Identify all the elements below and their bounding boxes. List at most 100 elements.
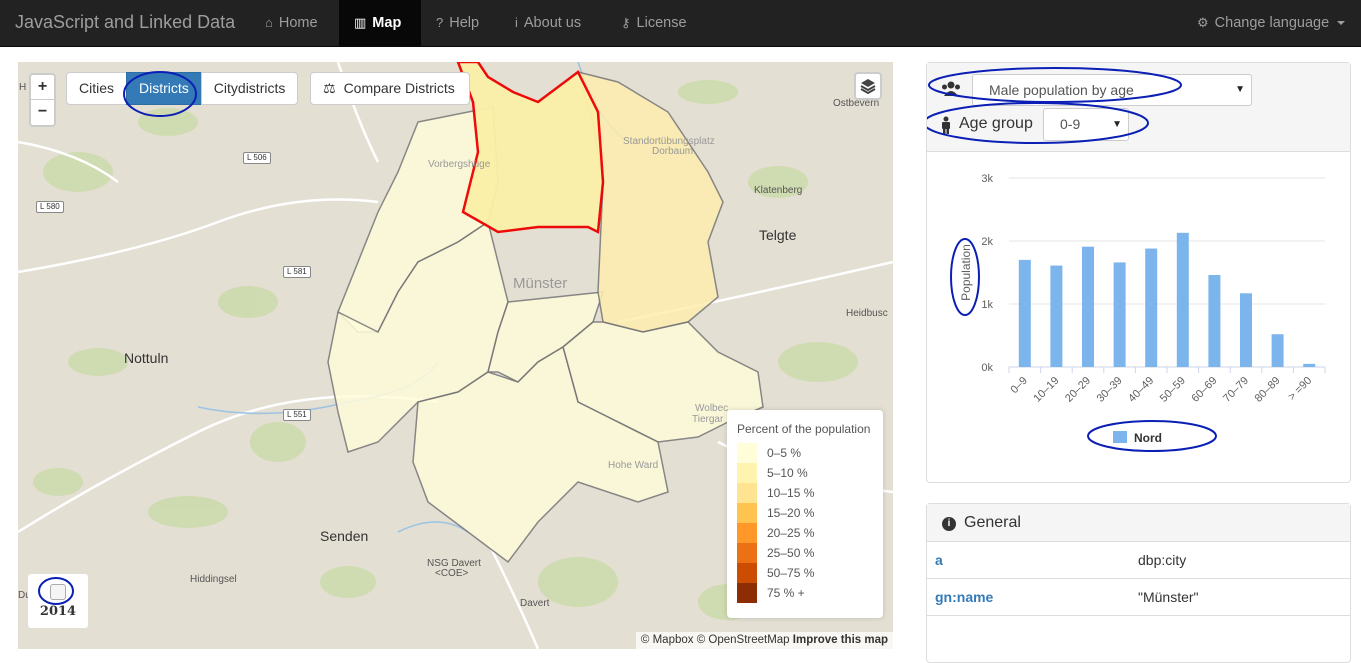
place-label: Davert (520, 598, 550, 609)
x-tick-label: 40–49 (1126, 375, 1156, 405)
y-tick-label: 1k (981, 299, 993, 311)
bar (1176, 232, 1189, 367)
legend-swatch (737, 523, 757, 543)
property-value: "Münster" (1138, 589, 1199, 605)
change-language-label: Change language (1214, 15, 1330, 31)
bar (1050, 265, 1063, 367)
dataset-select[interactable]: Male population by age ▼ (972, 74, 1252, 106)
zoom-control: + − (29, 73, 56, 127)
nav-about[interactable]: i About us (500, 0, 596, 47)
place-label: Münster (513, 275, 568, 292)
place-label: Vorbergshüge (428, 159, 491, 170)
balance-scale-icon: ⚖ (323, 80, 336, 96)
year-checkbox[interactable] (50, 584, 66, 600)
legend-row: 20–25 % (737, 523, 873, 543)
legend-swatch (737, 503, 757, 523)
zoom-in-button[interactable]: + (31, 75, 54, 100)
bar (1208, 275, 1221, 367)
x-tick-label: 80–89 (1253, 375, 1283, 405)
road-label: L 506 (243, 152, 271, 164)
layers-icon (860, 79, 876, 95)
place-label: Wolbec (695, 403, 729, 414)
chevron-down-icon: ▼ (1235, 84, 1245, 95)
bar (1082, 246, 1094, 367)
osm-link[interactable]: © OpenStreetMap (697, 634, 790, 646)
bar (1271, 334, 1284, 367)
legend-row: 50–75 % (737, 563, 873, 583)
district-map[interactable]: Nottuln Senden Telgte Münster Ostbevern … (18, 62, 893, 649)
legend-swatch (737, 483, 757, 503)
legend-row: 75 % + (737, 583, 873, 603)
top-navbar: JavaScript and Linked Data ⌂ Home ▥ Map ? H… (0, 0, 1361, 47)
brand-title[interactable]: JavaScript and Linked Data (15, 12, 235, 33)
nav-map-label: Map (372, 15, 402, 31)
general-panel: i General a dbp:city gn:name "Münster" (926, 503, 1351, 663)
legend-label: 25–50 % (767, 546, 815, 560)
place-label: Dorbaum (652, 146, 694, 157)
legend-swatch (737, 563, 757, 583)
cities-button[interactable]: Cities (66, 72, 128, 105)
general-panel-header: i General (927, 504, 1350, 542)
place-label: Telgte (759, 227, 797, 243)
citydistricts-button[interactable]: Citydistricts (200, 72, 299, 105)
place-label: Hiddingsel (190, 574, 237, 585)
nav-help[interactable]: ? Help (421, 0, 494, 47)
key-icon: ⚷ (621, 15, 631, 30)
legend-swatch (737, 583, 757, 603)
statistics-panel: Male population by age ▼ Age group 0-9 ▼… (926, 62, 1351, 483)
legend-swatch (737, 463, 757, 483)
legend-row: 10–15 % (737, 483, 873, 503)
property-row: a dbp:city (927, 542, 1350, 579)
help-icon: ? (436, 15, 444, 30)
gears-icon: ⚙ (1197, 15, 1209, 30)
nav-license[interactable]: ⚷ License (606, 0, 702, 47)
x-tick-label: 0–9 (1008, 375, 1029, 396)
statistics-controls: Male population by age ▼ Age group 0-9 ▼ (927, 63, 1350, 152)
property-key-link[interactable]: gn:name (935, 589, 993, 605)
nav-license-label: License (636, 15, 687, 31)
info-icon: i (942, 517, 956, 531)
nav-about-label: About us (523, 15, 582, 31)
nav-home[interactable]: ⌂ Home (250, 0, 333, 47)
x-tick-label: 50–59 (1158, 375, 1188, 405)
place-label: Klatenberg (754, 185, 803, 196)
person-icon (942, 116, 950, 134)
x-tick-label: 60–69 (1189, 375, 1219, 405)
change-language-dropdown[interactable]: ⚙ Change language (1182, 0, 1360, 47)
bar (1240, 293, 1252, 367)
property-value: dbp:city (1138, 552, 1187, 568)
place-label: Heidbusc (846, 308, 888, 319)
age-group-select[interactable]: 0-9 ▼ (1043, 108, 1129, 141)
chevron-down-icon (1337, 21, 1346, 26)
legend-swatch (737, 443, 757, 463)
improve-map-link[interactable]: Improve this map (793, 634, 888, 646)
dataset-select-value: Male population by age (989, 82, 1134, 98)
compare-districts-button[interactable]: ⚖ Compare Districts (310, 72, 470, 105)
legend-label: 75 % + (767, 586, 805, 600)
population-bar-chart: 0k 1k 2k 3k 0–9 10–19 20–29 30–39 40–49 50–59 60–6… (950, 173, 1326, 452)
legend-label: 50–75 % (767, 566, 815, 580)
legend-item-nord: Nord (1134, 431, 1162, 445)
legend-row: 15–20 % (737, 503, 873, 523)
legend-swatch (1113, 431, 1127, 443)
legend-row: 25–50 % (737, 543, 873, 563)
road-label: L 581 (283, 266, 311, 278)
legend-label: 5–10 % (767, 466, 808, 480)
nav-map[interactable]: ▥ Map (339, 0, 421, 47)
y-axis-title: Population (959, 244, 973, 301)
property-key-link[interactable]: a (935, 552, 943, 568)
x-tick-label: 20–29 (1063, 375, 1093, 405)
road-label: L 580 (36, 201, 64, 213)
layers-button[interactable] (854, 72, 882, 100)
map-attribution: © Mapbox © OpenStreetMap Improve this ma… (635, 632, 893, 649)
legend-label: 20–25 % (767, 526, 815, 540)
year-control: 2014 (28, 574, 88, 628)
zoom-out-button[interactable]: − (31, 100, 54, 125)
legend-swatch (737, 543, 757, 563)
mapbox-link[interactable]: © Mapbox (641, 634, 694, 646)
age-group-select-value: 0-9 (1060, 116, 1081, 132)
districts-button[interactable]: Districts (126, 72, 202, 105)
chevron-down-icon: ▼ (1112, 119, 1122, 130)
x-tick-label: 70–79 (1221, 375, 1251, 405)
place-label: H (19, 82, 27, 93)
